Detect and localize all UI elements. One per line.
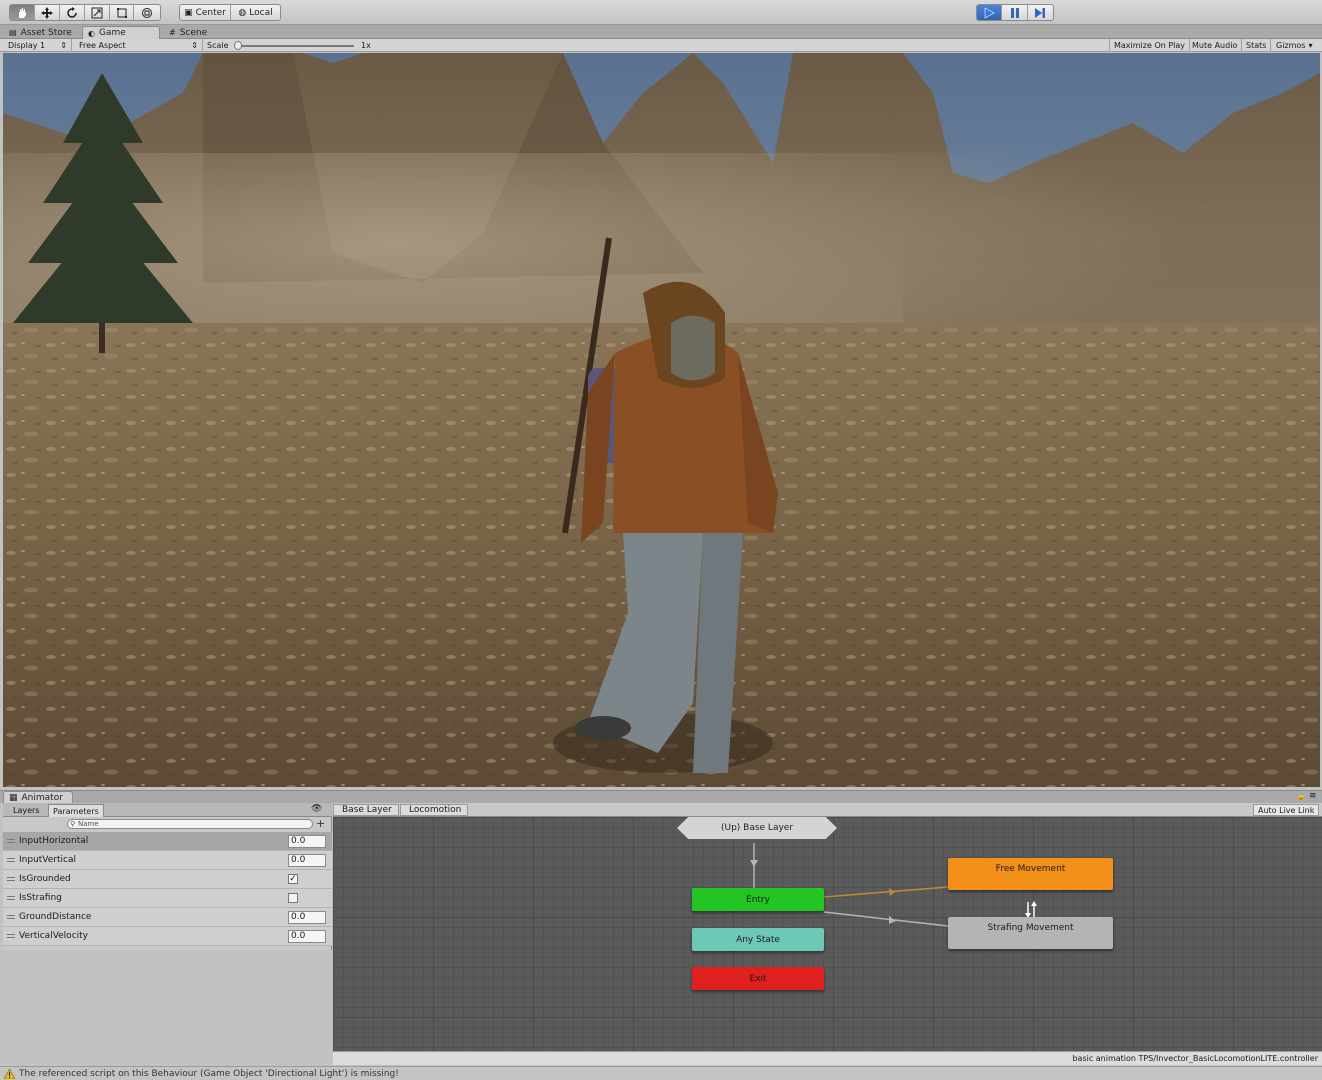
scale-slider[interactable] — [234, 41, 354, 50]
pivot-center-button[interactable]: ▣ Center — [180, 5, 231, 20]
gizmos-dropdown[interactable]: Gizmos ▾ — [1272, 39, 1317, 52]
mute-audio-button[interactable]: Mute Audio — [1188, 39, 1243, 52]
play-icon — [984, 6, 995, 19]
breadcrumb-base-layer[interactable]: Base Layer — [333, 804, 399, 816]
drag-handle-icon[interactable] — [7, 896, 15, 900]
drag-handle-icon[interactable] — [7, 839, 15, 843]
parameter-row[interactable]: VerticalVelocity 0.0 — [3, 927, 332, 946]
parameter-search-input[interactable]: ⚲ Name — [67, 819, 313, 829]
tab-game[interactable]: ◐ Game — [82, 26, 160, 39]
parameters-panel: Layers Parameters 👁 ⚲ Name + InputHorizo… — [3, 803, 332, 950]
game-viewport[interactable] — [3, 53, 1320, 787]
tab-asset-store[interactable]: ▤ Asset Store — [4, 26, 77, 39]
state-exit[interactable]: Exit — [692, 967, 824, 990]
animator-tab-bar: ▦ Animator 🔒 ≡ — [0, 790, 1322, 804]
transform-tool-icon[interactable] — [134, 5, 160, 20]
tab-layers[interactable]: Layers — [9, 804, 43, 817]
main-toolbar: ▣ Center ◍ Local — [0, 0, 1322, 25]
state-any-state[interactable]: Any State — [692, 928, 824, 951]
parameter-value-field[interactable]: 0.0 — [288, 853, 326, 867]
parameter-row[interactable]: InputVertical 0.0 — [3, 851, 332, 870]
parameter-checkbox[interactable]: ✓ — [288, 874, 298, 884]
parameter-row[interactable]: InputHorizontal 0.0 — [3, 832, 332, 851]
game-render — [3, 53, 1320, 787]
drag-handle-icon[interactable] — [7, 934, 15, 938]
scale-value: 1x — [361, 41, 371, 50]
transition-lines — [750, 843, 1037, 927]
layers-parameters-tabs: Layers Parameters 👁 — [3, 803, 332, 817]
scale-label: Scale — [207, 41, 229, 50]
pivot-local-button[interactable]: ◍ Local — [231, 5, 280, 20]
state-strafing-movement[interactable]: Strafing Movement — [948, 917, 1113, 949]
play-controls — [976, 4, 1054, 21]
gamepad-icon: ◐ — [88, 28, 95, 38]
maximize-on-play-button[interactable]: Maximize On Play — [1109, 39, 1191, 52]
slider-handle[interactable] — [234, 41, 242, 50]
state-machine-graph[interactable]: (Up) Base Layer Entry Any State Exit Fre… — [333, 817, 1322, 1051]
animator-icon: ▦ — [9, 793, 18, 803]
eye-icon[interactable]: 👁 — [311, 804, 322, 814]
search-icon: ⚲ — [70, 820, 76, 828]
breadcrumb-locomotion[interactable]: Locomotion — [400, 804, 469, 816]
step-button[interactable] — [1028, 5, 1053, 20]
pause-icon — [1010, 7, 1019, 18]
state-free-movement[interactable]: Free Movement — [948, 858, 1113, 890]
parameter-row[interactable]: IsGrounded ✓ — [3, 870, 332, 889]
drag-handle-icon[interactable] — [7, 877, 15, 881]
drag-handle-icon[interactable] — [7, 915, 15, 919]
grid-icon: # — [169, 28, 176, 37]
parameter-row[interactable]: GroundDistance 0.0 — [3, 908, 332, 927]
stats-button[interactable]: Stats — [1242, 39, 1272, 52]
dropdown-arrow-icon: ▾ — [1308, 41, 1313, 50]
transition-anystate-strafing[interactable] — [823, 911, 949, 927]
state-entry[interactable]: Entry — [692, 888, 824, 911]
state-up-base-layer[interactable]: (Up) Base Layer — [677, 817, 837, 839]
tab-scene[interactable]: # Scene — [164, 26, 212, 39]
rect-tool-icon[interactable] — [110, 5, 135, 20]
tab-menu-icon[interactable]: ≡ — [1309, 791, 1317, 801]
dropdown-arrow-icon: ⇕ — [191, 41, 198, 50]
layer-breadcrumb: Base Layer Locomotion Auto Live Link — [333, 803, 1322, 817]
parameter-value-field[interactable]: 0.0 — [288, 910, 326, 924]
warning-icon — [4, 1068, 15, 1079]
add-parameter-button[interactable]: + — [316, 817, 325, 830]
drag-handle-icon[interactable] — [7, 858, 15, 862]
pivot-group: ▣ Center ◍ Local — [179, 4, 281, 21]
display-dropdown[interactable]: Display 1 ⇕ — [4, 39, 72, 52]
controller-path: basic animation TPS/Invector_BasicLocomo… — [333, 1051, 1322, 1065]
auto-live-link-button[interactable]: Auto Live Link — [1253, 804, 1320, 816]
globe-icon: ◍ — [238, 7, 247, 18]
editor-tab-bar: ▤ Asset Store ◐ Game # Scene — [0, 25, 1322, 39]
pivot-icon: ▣ — [184, 7, 193, 18]
parameter-value-field[interactable]: 0.0 — [288, 929, 326, 943]
pause-button[interactable] — [1002, 5, 1028, 20]
parameter-row[interactable]: IsStrafing — [3, 889, 332, 908]
game-view-toolbar: Display 1 ⇕ Free Aspect ⇕ Scale 1x Maxim… — [0, 39, 1322, 52]
play-button[interactable] — [977, 5, 1003, 20]
parameter-value-field[interactable]: 0.0 — [288, 834, 326, 848]
store-icon: ▤ — [9, 28, 17, 37]
rotate-tool-icon[interactable] — [60, 5, 85, 20]
scale-tool-icon[interactable] — [85, 5, 110, 20]
step-icon — [1035, 7, 1046, 18]
console-status-bar[interactable]: The referenced script on this Behaviour … — [0, 1066, 1322, 1080]
hand-tool-icon[interactable] — [10, 5, 35, 20]
parameters-empty-area — [3, 950, 332, 1065]
parameter-checkbox[interactable] — [288, 893, 298, 903]
aspect-dropdown[interactable]: Free Aspect ⇕ — [75, 39, 203, 52]
lock-icon[interactable]: 🔒 — [1296, 792, 1306, 801]
dropdown-arrow-icon: ⇕ — [60, 41, 67, 50]
transition-entry-free[interactable] — [823, 886, 949, 898]
tab-parameters[interactable]: Parameters — [48, 804, 104, 817]
transform-tools — [9, 4, 161, 21]
move-tool-icon[interactable] — [35, 5, 61, 20]
